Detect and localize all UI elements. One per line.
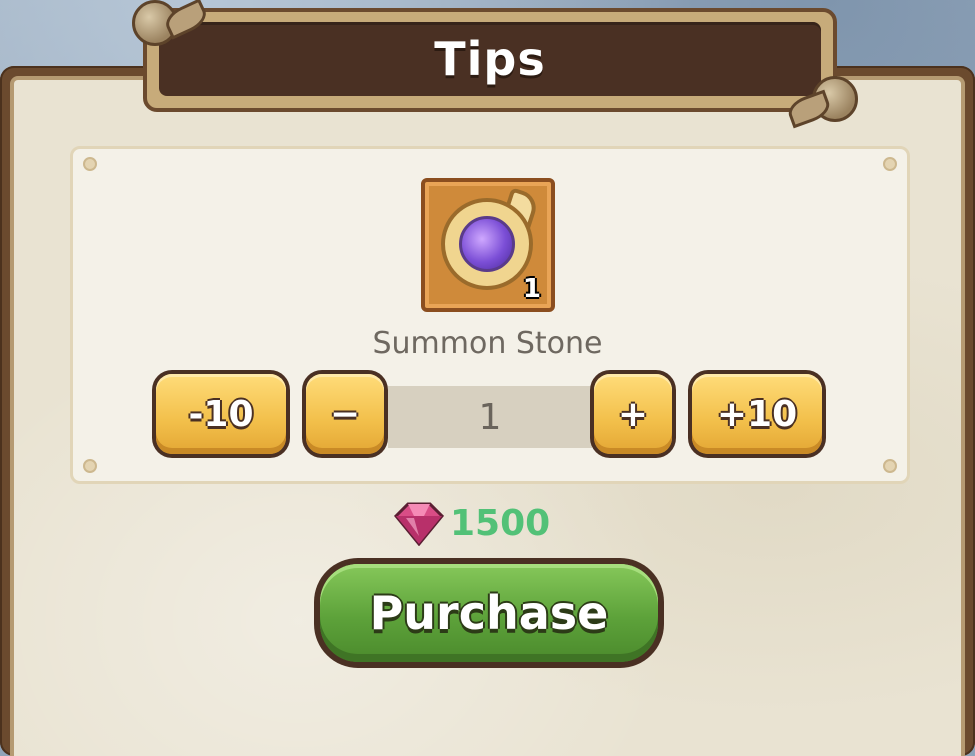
purchase-label: Purchase — [320, 564, 658, 662]
plus-icon: + — [594, 374, 672, 454]
item-count: 1 — [522, 274, 541, 304]
item-name: Summon Stone — [372, 326, 603, 361]
minus-button[interactable]: − — [302, 370, 388, 458]
title-plate: Tips — [159, 22, 821, 96]
minus-10-label: -10 — [156, 374, 286, 454]
purchase-button[interactable]: Purchase — [314, 558, 664, 668]
minus-10-button[interactable]: -10 — [152, 370, 290, 458]
plus-10-button[interactable]: +10 — [688, 370, 826, 458]
stud-decoration — [83, 157, 97, 171]
stud-decoration — [883, 157, 897, 171]
summon-stone-icon — [441, 198, 533, 290]
stud-decoration — [883, 459, 897, 473]
stud-decoration — [83, 459, 97, 473]
price-amount: 1500 — [450, 502, 551, 544]
price: 1500 — [392, 500, 551, 547]
stone-core — [459, 216, 515, 272]
item-slot[interactable]: 1 — [421, 178, 555, 312]
minus-icon: − — [306, 374, 384, 454]
plus-10-label: +10 — [692, 374, 822, 454]
gem-icon — [392, 500, 446, 547]
title-bar: Tips — [143, 8, 837, 112]
plus-button[interactable]: + — [590, 370, 676, 458]
dialog-title: Tips — [434, 32, 546, 86]
quantity-field[interactable]: 1 — [388, 386, 592, 448]
